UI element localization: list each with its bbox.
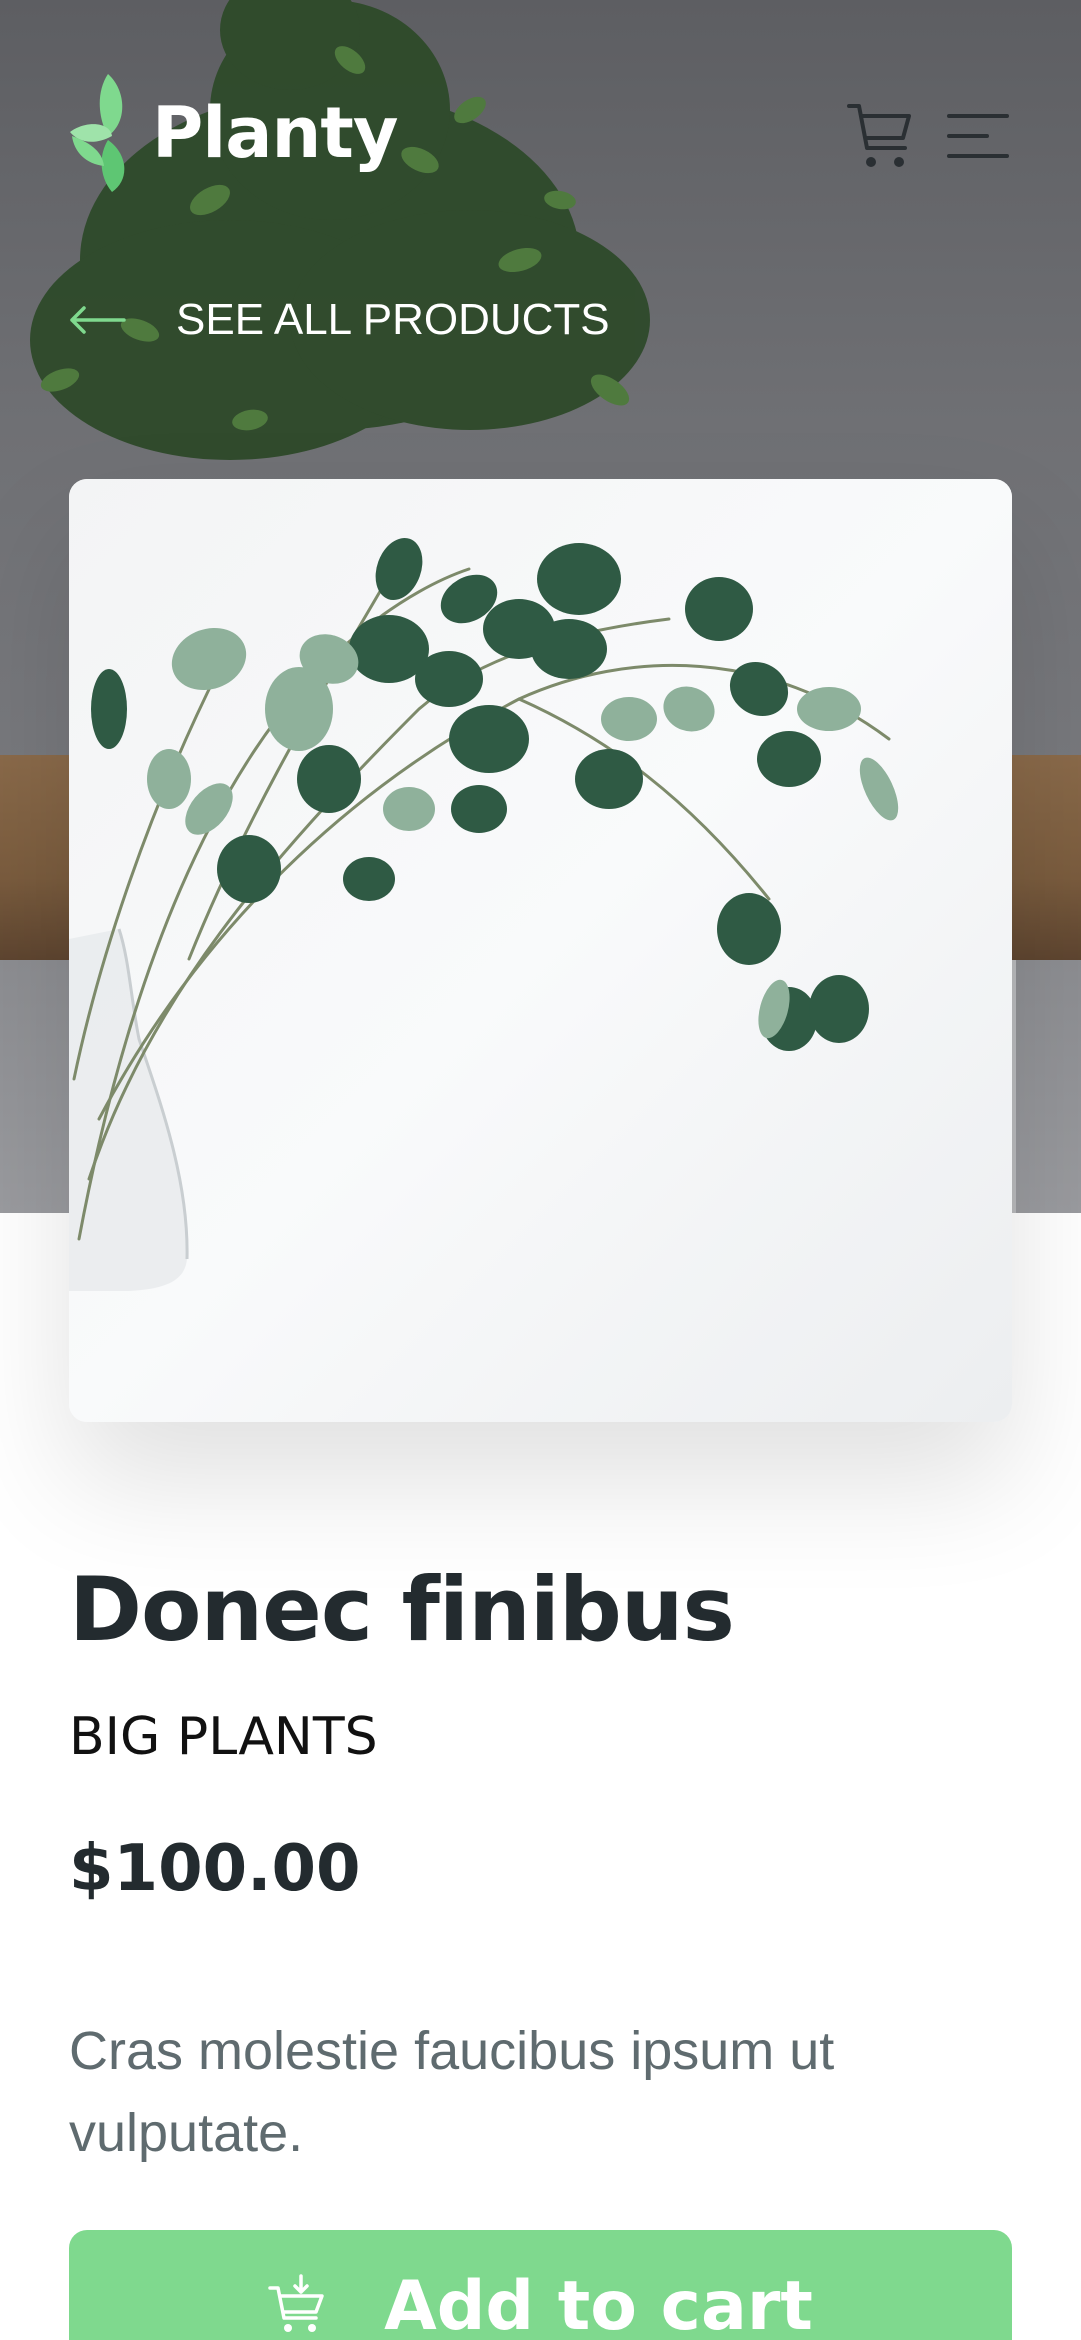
leaf-logo-icon	[70, 74, 125, 192]
arrow-left-icon	[70, 306, 126, 334]
product-category[interactable]: BIG PLANTS	[69, 1705, 378, 1769]
eucalyptus-vase-illustration	[69, 479, 1012, 1422]
product-price: $100.00	[69, 1832, 361, 1906]
product-title: Donec finibus	[69, 1558, 735, 1661]
cart-button[interactable]	[845, 100, 915, 172]
brand-name: Planty	[152, 91, 398, 174]
see-all-products-link[interactable]: SEE ALL PRODUCTS	[68, 290, 610, 350]
add-to-cart-label: Add to cart	[384, 2267, 813, 2340]
hamburger-menu-icon	[947, 114, 1009, 158]
product-image	[69, 479, 1012, 1422]
cart-icon	[847, 104, 911, 167]
menu-button[interactable]	[943, 110, 1013, 162]
brand-logo[interactable]: Planty	[68, 70, 398, 195]
product-description: Cras molestie faucibus ipsum ut vulputat…	[69, 2021, 835, 2163]
product-page: Planty SEE ALL PRODUCTS Donec finibus BI…	[0, 0, 1081, 2340]
back-link-label: SEE ALL PRODUCTS	[176, 295, 610, 344]
add-to-cart-icon	[268, 2274, 324, 2332]
add-to-cart-button[interactable]: Add to cart	[69, 2230, 1012, 2340]
